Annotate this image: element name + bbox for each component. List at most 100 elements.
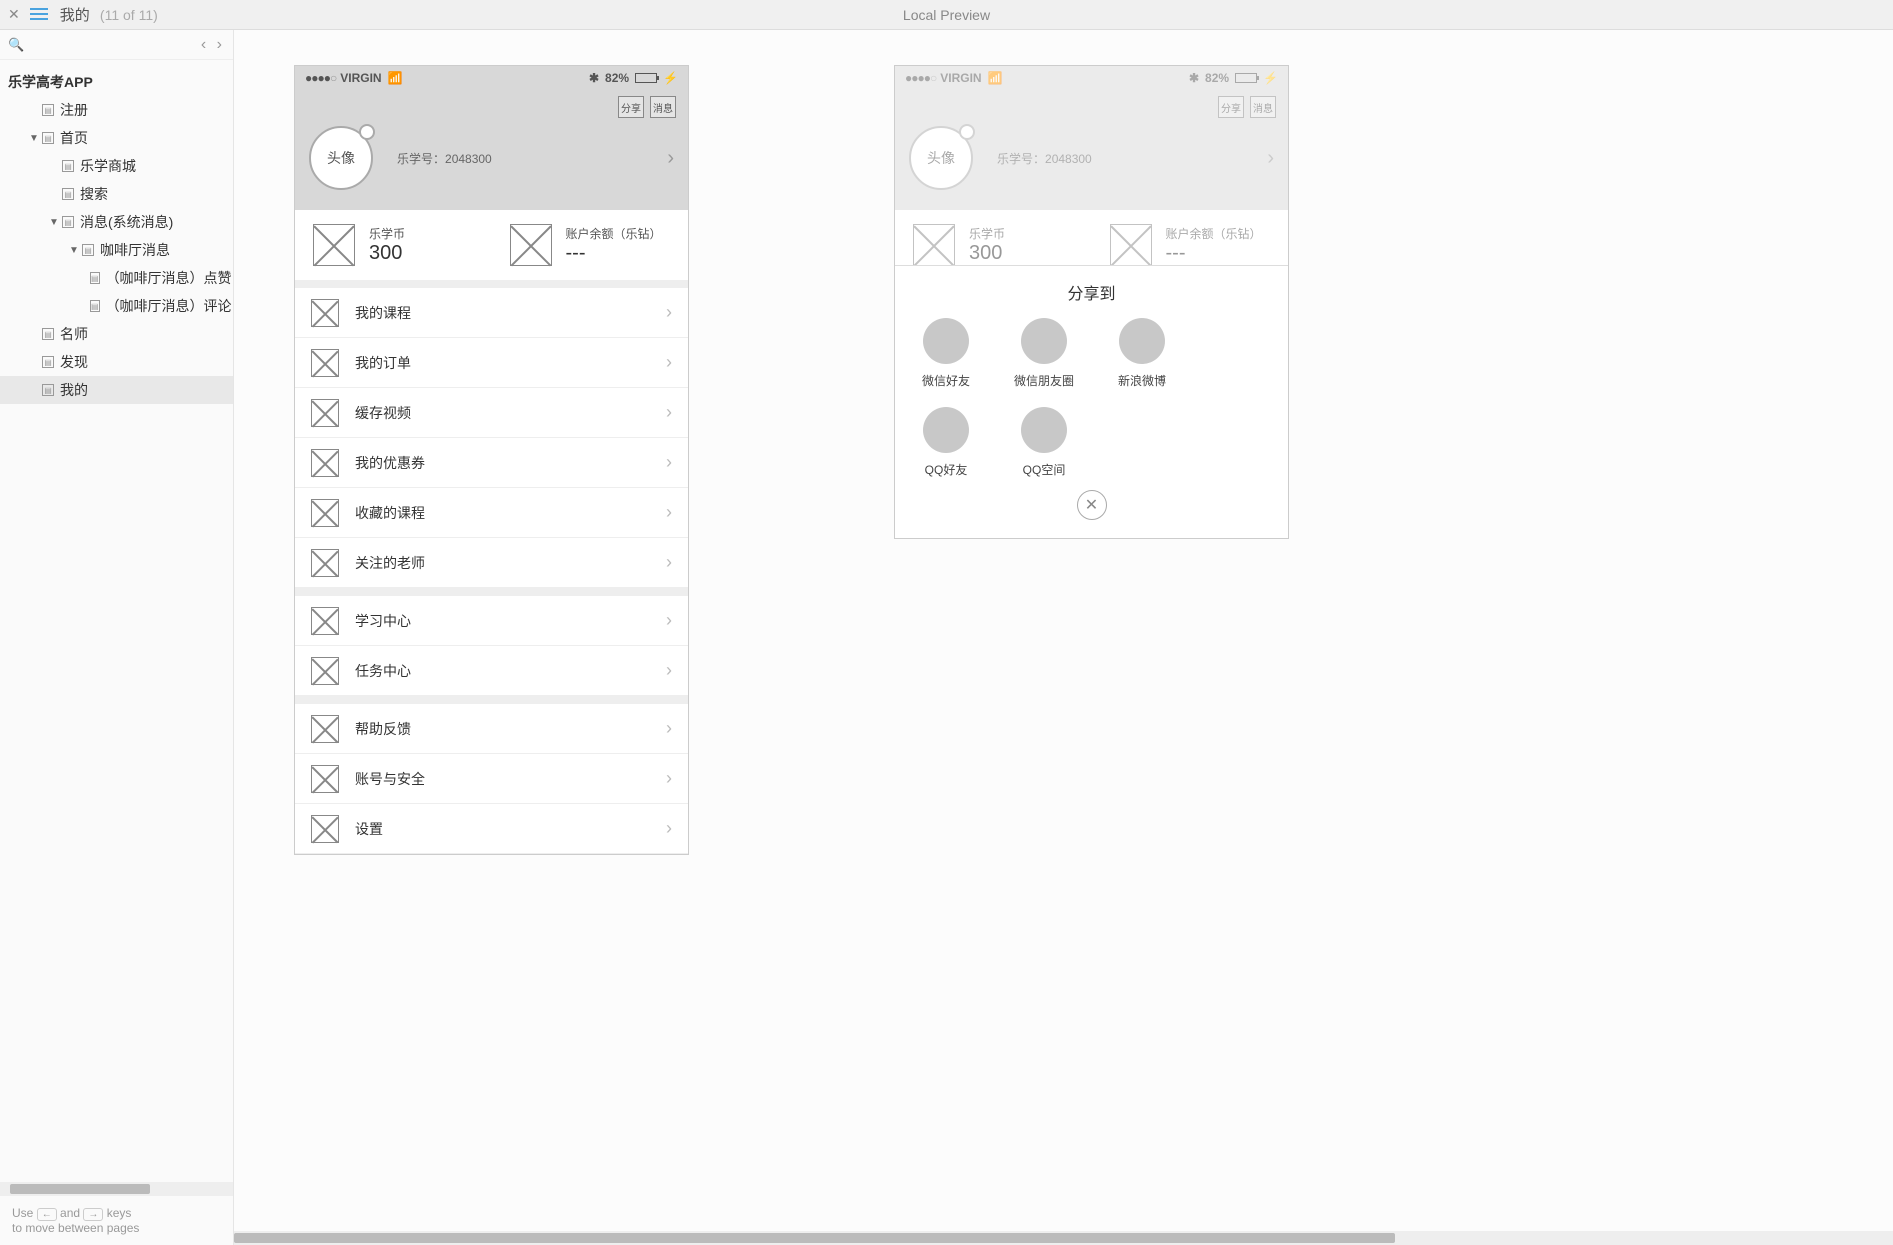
placeholder-icon — [311, 715, 339, 743]
tree-expand-icon[interactable]: ▼ — [48, 217, 60, 228]
avatar-badge — [959, 124, 975, 140]
menu-item[interactable]: 收藏的课程› — [295, 488, 688, 538]
menu-item[interactable]: 账号与安全› — [295, 754, 688, 804]
menu-item[interactable]: 学习中心› — [295, 596, 688, 646]
tree-item[interactable]: ▤我的 — [0, 376, 233, 404]
phone-mockup-share: ●●●●○ VIRGIN 📶 ✱ 82% ⚡ 分享 消息 — [894, 65, 1289, 539]
messages-button[interactable]: 消息 — [1250, 96, 1276, 118]
tree-expand-icon[interactable]: ▼ — [28, 133, 40, 144]
tree-item[interactable]: ▤乐学商城 — [0, 152, 233, 180]
tree-item[interactable]: ▼▤咖啡厅消息 — [0, 236, 233, 264]
share-option-icon — [923, 318, 969, 364]
balance-row: 乐学币 300 账户余额（乐钻） --- — [295, 210, 688, 288]
share-button[interactable]: 分享 — [618, 96, 644, 118]
chevron-right-icon: › — [666, 452, 672, 473]
coin-value: 300 — [369, 242, 405, 265]
tree-item[interactable]: ▤注册 — [0, 96, 233, 124]
menu-item-label: 任务中心 — [355, 661, 666, 681]
tree-item[interactable]: ▤ （咖啡厅消息）点赞 — [0, 264, 233, 292]
page-icon: ▤ — [42, 328, 54, 340]
tree-expand-icon[interactable]: ▼ — [68, 245, 80, 256]
tree-root-label: 乐学高考APP — [8, 72, 93, 92]
tree-item-label: 注册 — [60, 100, 88, 120]
menu-item-label: 账号与安全 — [355, 769, 666, 789]
share-option[interactable]: 微信朋友圈 — [1009, 318, 1079, 389]
menu-item[interactable]: 任务中心› — [295, 646, 688, 696]
menu-item-label: 帮助反馈 — [355, 719, 666, 739]
tree-item-label: 我的 — [60, 380, 88, 400]
sidebar-h-scroll[interactable] — [0, 1182, 233, 1196]
search-icon[interactable]: 🔍 — [8, 37, 24, 53]
tree-item[interactable]: ▤名师 — [0, 320, 233, 348]
menu-item-label: 我的订单 — [355, 353, 666, 373]
page-icon: ▤ — [90, 272, 100, 284]
canvas-h-scroll[interactable] — [234, 1231, 1893, 1245]
placeholder-icon — [311, 607, 339, 635]
menu-item[interactable]: 我的订单› — [295, 338, 688, 388]
placeholder-icon — [311, 657, 339, 685]
page-icon: ▤ — [90, 300, 100, 312]
menu-item[interactable]: 关注的老师› — [295, 538, 688, 588]
avatar[interactable]: 头像 — [309, 126, 373, 190]
bluetooth-icon: ✱ — [1189, 71, 1199, 85]
menu-item[interactable]: 缓存视频› — [295, 388, 688, 438]
menu-list: 我的课程›我的订单›缓存视频›我的优惠券›收藏的课程›关注的老师›学习中心›任务… — [295, 288, 688, 854]
menu-item[interactable]: 我的优惠券› — [295, 438, 688, 488]
share-grid: 微信好友微信朋友圈 新浪微博 QQ好友 QQ空间 — [911, 318, 1272, 478]
tree-item[interactable]: ▤发现 — [0, 348, 233, 376]
next-page-arrow[interactable]: › — [217, 36, 222, 53]
tree-item-label: （咖啡厅消息）点赞 — [106, 268, 232, 288]
messages-button[interactable]: 消息 — [650, 96, 676, 118]
profile-row[interactable]: 头像 乐学号：2048300 › — [909, 126, 1274, 190]
menu-item[interactable]: 帮助反馈› — [295, 704, 688, 754]
share-option[interactable]: QQ空间 — [1009, 407, 1079, 478]
tree-item[interactable]: ▼▤首页 — [0, 124, 233, 152]
balance-cell[interactable]: 账户余额（乐钻） --- — [492, 224, 689, 266]
chevron-right-icon: › — [667, 147, 674, 170]
chevron-right-icon: › — [666, 768, 672, 789]
wifi-icon: 📶 — [388, 71, 403, 85]
prev-page-arrow[interactable]: ‹ — [201, 36, 206, 53]
share-button[interactable]: 分享 — [1218, 96, 1244, 118]
menu-item[interactable]: 我的课程› — [295, 288, 688, 338]
tree-root[interactable]: 乐学高考APP — [0, 68, 233, 96]
chevron-right-icon: › — [666, 502, 672, 523]
tree-item[interactable]: ▤搜索 — [0, 180, 233, 208]
page-icon: ▤ — [42, 356, 54, 368]
share-option-label: 微信朋友圈 — [1009, 372, 1079, 389]
share-option-icon — [1119, 318, 1165, 364]
placeholder-icon — [311, 765, 339, 793]
share-close-button[interactable]: ✕ — [1077, 490, 1107, 520]
placeholder-icon — [311, 549, 339, 577]
avatar: 头像 — [909, 126, 973, 190]
battery-icon — [635, 73, 657, 83]
avatar-badge — [359, 124, 375, 140]
placeholder-icon — [313, 224, 355, 266]
tree-item[interactable]: ▤ （咖啡厅消息）评论 — [0, 292, 233, 320]
close-icon[interactable]: ✕ — [8, 6, 20, 23]
page-icon: ▤ — [62, 188, 74, 200]
hamburger-icon[interactable] — [30, 8, 48, 22]
share-option[interactable]: 微信好友 — [911, 318, 981, 389]
balance-label: 账户余额（乐钻） — [566, 225, 662, 242]
placeholder-icon — [510, 224, 552, 266]
profile-row[interactable]: 头像 乐学号：2048300 › — [309, 126, 674, 190]
menu-item[interactable]: 设置› — [295, 804, 688, 854]
status-bar: ●●●●○ VIRGIN 📶 ✱ 82% ⚡ — [295, 66, 688, 90]
coin-cell[interactable]: 乐学币 300 — [295, 224, 492, 266]
page-nav-arrows: ‹ › — [198, 36, 225, 54]
profile-header: 分享 消息 头像 乐学号：2048300 › — [895, 90, 1288, 210]
share-option[interactable]: QQ好友 — [911, 407, 981, 478]
share-option[interactable]: 新浪微博 — [1107, 318, 1177, 389]
page-tree[interactable]: 乐学高考APP ▤注册▼▤首页▤乐学商城▤搜索▼▤消息(系统消息)▼▤咖啡厅消息… — [0, 60, 233, 1182]
signal-dots-icon: ●●●●○ — [305, 71, 336, 85]
preview-canvas[interactable]: ●●●●○ VIRGIN 📶 ✱ 82% ⚡ 分享 消息 — [234, 30, 1893, 1245]
tree-item-label: （咖啡厅消息）评论 — [106, 296, 232, 316]
status-bar: ●●●●○ VIRGIN 📶 ✱ 82% ⚡ — [895, 66, 1288, 90]
balance-value: --- — [566, 242, 662, 265]
placeholder-icon — [311, 499, 339, 527]
chevron-right-icon: › — [666, 610, 672, 631]
tree-item[interactable]: ▼▤消息(系统消息) — [0, 208, 233, 236]
battery-icon — [1235, 73, 1257, 83]
bluetooth-icon: ✱ — [589, 71, 599, 85]
